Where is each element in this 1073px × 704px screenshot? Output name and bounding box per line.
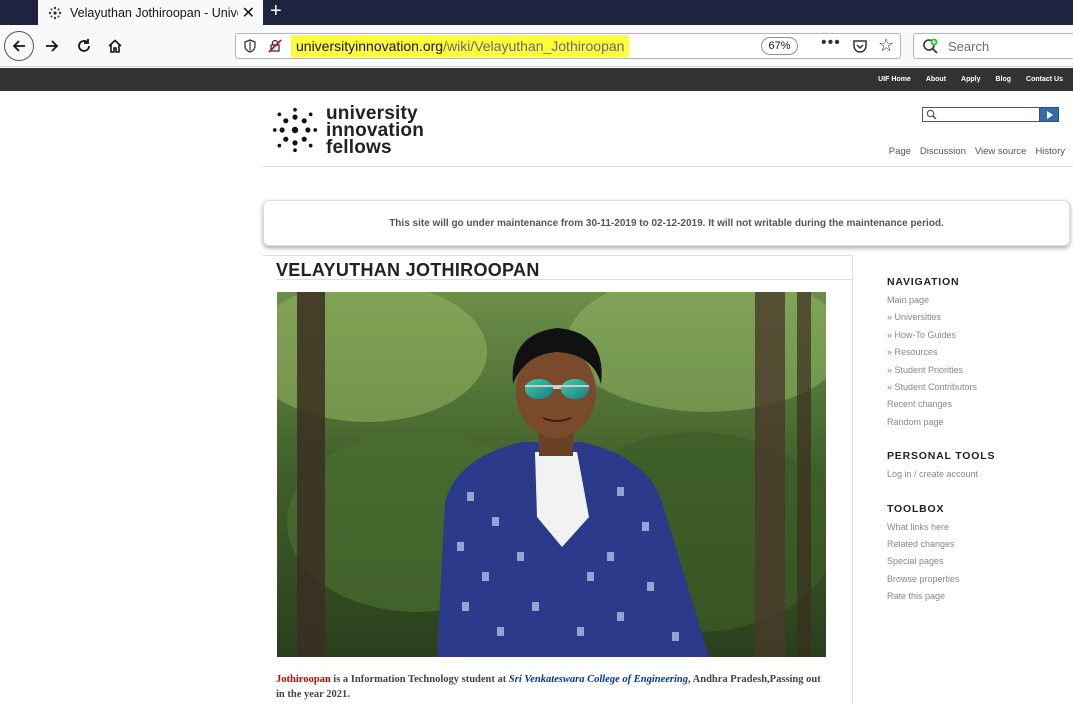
sidebar-item-what-links-here[interactable]: What links here [887, 521, 1067, 538]
forward-arrow-icon [46, 40, 59, 52]
home-button[interactable] [101, 32, 129, 60]
banner-text: This site will go under maintenance from… [389, 217, 944, 229]
title-divider [276, 279, 852, 280]
close-tab-icon[interactable]: ✕ [242, 3, 255, 23]
url-path: /wiki/Velayuthan_Jothiroopan [443, 38, 625, 54]
url-host: universityinnovation.org [296, 38, 444, 54]
browser-search-bar[interactable]: Search [913, 33, 1073, 59]
sidebar-item-random-page[interactable]: Random page [887, 416, 1067, 433]
bio-college-link[interactable]: Sri Venkateswara College of Engineering [509, 674, 688, 685]
top-link-contact-us[interactable]: Contact Us [1026, 76, 1063, 83]
back-button[interactable] [4, 31, 34, 61]
forward-button[interactable] [38, 32, 66, 60]
url-text[interactable]: universityinnovation.org/wiki/Velayuthan… [291, 35, 630, 57]
toolbox-section: TOOLBOX What links here Related changes … [887, 503, 1067, 608]
toolbox-heading: TOOLBOX [887, 502, 945, 515]
sidebar-item-how-to-guides[interactable]: » How-To Guides [887, 329, 1067, 346]
sidebar-item-main-page[interactable]: Main page [887, 294, 1067, 311]
sidebar-item-browse-properties[interactable]: Browse properties [887, 573, 1067, 590]
sidebar-item-rate-this-page[interactable]: Rate this page [887, 590, 1067, 607]
search-placeholder: Search [948, 39, 990, 54]
search-icon [926, 109, 937, 120]
top-link-uif-home[interactable]: UIF Home [878, 76, 911, 83]
home-icon [108, 39, 122, 53]
logo-line: fellows [326, 137, 392, 158]
tab-discussion[interactable]: Discussion [920, 146, 966, 157]
page-actions-tabs: Page Discussion View source History [880, 146, 1065, 157]
back-arrow-icon [12, 40, 25, 52]
site-search-input[interactable] [922, 107, 1059, 122]
sidebar-item-student-priorities[interactable]: » Student Priorities [887, 364, 1067, 381]
reload-icon [78, 39, 90, 52]
bio-name-link[interactable]: Jothiroopan [276, 674, 331, 685]
navigation-heading: NAVIGATION [887, 276, 960, 288]
site-search-button[interactable] [1039, 107, 1059, 122]
bookmark-star-icon[interactable]: ☆ [878, 35, 894, 56]
top-link-about[interactable]: About [926, 76, 946, 83]
tab-history[interactable]: History [1035, 146, 1065, 157]
page-actions-menu-icon[interactable]: ••• [821, 34, 841, 52]
zoom-level-badge[interactable]: 67% [761, 37, 798, 55]
browser-tab[interactable]: Velayuthan Jothiroopan - Unive ✕ [38, 0, 263, 25]
uif-favicon-icon [48, 6, 62, 20]
insecure-lock-icon[interactable] [268, 39, 282, 53]
personal-tools-heading: PERSONAL TOOLS [887, 450, 996, 463]
sidebar-item-login[interactable]: Log in / create account [887, 468, 1067, 485]
profile-photo [277, 292, 826, 657]
sidebar-item-universities[interactable]: » Universities [887, 311, 1067, 328]
content-top-divider [263, 255, 853, 256]
new-tab-icon[interactable]: + [270, 0, 282, 22]
page-title: VELAYUTHAN JOTHIROOPAN [276, 260, 540, 280]
bio-text: is a Information Technology student at [330, 674, 509, 685]
sidebar-item-resources[interactable]: » Resources [887, 346, 1067, 363]
address-bar[interactable]: universityinnovation.org/wiki/Velayuthan… [235, 33, 901, 59]
sidebar-item-recent-changes[interactable]: Recent changes [887, 398, 1067, 415]
sidebar-item-related-changes[interactable]: Related changes [887, 538, 1067, 555]
browser-toolbar: universityinnovation.org/wiki/Velayuthan… [0, 25, 1073, 67]
site-top-bar: UIF Home About Apply Blog Contact Us [0, 68, 1073, 91]
sidebar-item-special-pages[interactable]: Special pages [887, 555, 1067, 572]
profile-photo-image [277, 292, 826, 657]
personal-tools-section: PERSONAL TOOLS Log in / create account [887, 450, 1067, 485]
sidebar: NAVIGATION Main page » Universities » Ho… [887, 276, 1067, 624]
bio-paragraph: Jothiroopan is a Information Technology … [276, 672, 826, 702]
header-divider [263, 166, 1073, 167]
tracking-shield-icon[interactable] [244, 39, 256, 53]
top-link-apply[interactable]: Apply [961, 76, 980, 83]
maintenance-banner: This site will go under maintenance from… [263, 200, 1070, 246]
reload-button[interactable] [70, 32, 98, 60]
top-link-blog[interactable]: Blog [995, 76, 1011, 83]
navigation-section: NAVIGATION Main page » Universities » Ho… [887, 276, 1067, 433]
uif-logo-icon[interactable] [272, 107, 318, 153]
tab-page[interactable]: Page [889, 146, 911, 157]
sidebar-item-student-contributors[interactable]: » Student Contributors [887, 381, 1067, 398]
site-logo-text[interactable]: university innovation fellows [326, 104, 424, 158]
browser-tab-strip: Velayuthan Jothiroopan - Unive ✕ + [0, 0, 1073, 25]
tab-title: Velayuthan Jothiroopan - Unive [70, 5, 238, 20]
pocket-icon[interactable] [852, 38, 868, 54]
search-engine-icon [923, 38, 938, 54]
tab-view-source[interactable]: View source [975, 146, 1027, 157]
content-sidebar-divider [852, 255, 853, 704]
